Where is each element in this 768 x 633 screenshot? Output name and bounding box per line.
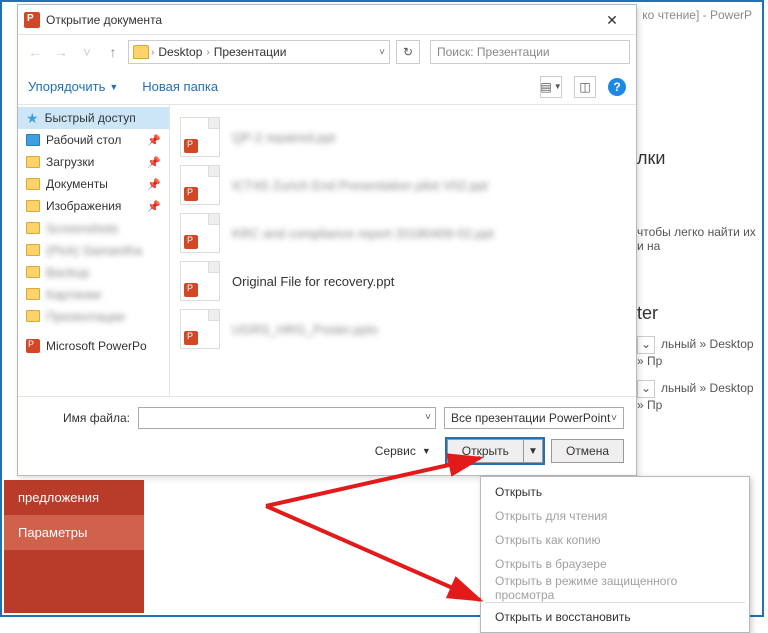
titlebar: Открытие документа ✕ <box>18 5 636 35</box>
bg-heading-1: лки <box>637 148 758 169</box>
chevron-down-icon: ˅ <box>611 413 617 424</box>
expand-icon[interactable]: ⌄ <box>637 380 655 398</box>
sidebar-item-images[interactable]: Изображения📌 <box>18 195 169 217</box>
close-icon[interactable]: ✕ <box>592 6 632 34</box>
file-item[interactable]: ICT4S Zurich End Presentation pilot V02.… <box>180 161 626 209</box>
menu-separator <box>485 602 745 603</box>
search-placeholder: Поиск: Презентации <box>437 45 550 59</box>
open-file-dialog: Открытие документа ✕ ← → ˅ ↑ › Desktop ›… <box>17 4 637 476</box>
sidebar-item-quick-access[interactable]: ★Быстрый доступ <box>18 107 169 129</box>
new-folder-button[interactable]: Новая папка <box>142 79 218 94</box>
folder-icon <box>26 244 40 256</box>
sidebar-item-options[interactable]: Параметры <box>4 515 144 550</box>
search-input[interactable]: Поиск: Презентации <box>430 40 630 64</box>
sidebar-item-folder[interactable]: (Pick) Samantha <box>18 239 169 261</box>
sidebar-item-desktop[interactable]: Рабочий стол📌 <box>18 129 169 151</box>
organize-button[interactable]: Упорядочить▼ <box>28 79 118 94</box>
nav-up-icon[interactable]: ↑ <box>102 41 124 63</box>
menu-item-open-readonly: Открыть для чтения <box>481 504 749 528</box>
toolbar: Упорядочить▼ Новая папка ▤▼ ◫ ? <box>18 69 636 105</box>
folder-tree: ★Быстрый доступ Рабочий стол📌 Загрузки📌 … <box>18 105 170 396</box>
nav-forward-icon[interactable]: → <box>50 41 72 63</box>
sidebar-item-folder[interactable]: Backup <box>18 261 169 283</box>
chevron-right-icon: › <box>206 47 209 58</box>
file-thumb-icon <box>180 165 220 205</box>
folder-icon <box>26 200 40 212</box>
filetype-select[interactable]: Все презентации PowerPoint˅ <box>444 407 624 429</box>
folder-icon <box>133 45 149 59</box>
chevron-right-icon: › <box>151 47 154 58</box>
filename-label: Имя файла: <box>30 411 130 425</box>
dialog-title: Открытие документа <box>46 13 592 27</box>
open-dropdown-arrow[interactable]: ▼ <box>524 446 542 457</box>
breadcrumb-seg[interactable]: Desktop <box>156 45 204 59</box>
powerpoint-sidebar: предложения Параметры <box>4 480 144 613</box>
folder-icon <box>26 134 40 146</box>
bg-crumb-2: ⌄льный » Desktop » Пр <box>637 380 758 412</box>
folder-icon <box>26 288 40 300</box>
menu-item-open-recover[interactable]: Открыть и восстановить <box>481 605 749 629</box>
file-item[interactable]: Original File for recovery.ppt <box>180 257 626 305</box>
folder-icon <box>26 178 40 190</box>
file-item[interactable]: UGRS_HRG_Poster.pptx <box>180 305 626 353</box>
folder-icon <box>26 222 40 234</box>
pin-icon: 📌 <box>147 134 161 147</box>
file-thumb-icon <box>180 117 220 157</box>
sidebar-item-folder[interactable]: Screenshots <box>18 217 169 239</box>
file-name: Original File for recovery.ppt <box>232 274 394 289</box>
chevron-down-icon[interactable]: ˅ <box>379 47 385 58</box>
folder-icon <box>26 310 40 322</box>
folder-icon <box>26 156 40 168</box>
refresh-icon[interactable]: ↻ <box>396 40 420 64</box>
sidebar-item-suggestions[interactable]: предложения <box>4 480 144 515</box>
annotation-arrow-icon <box>262 500 492 610</box>
sidebar-item-documents[interactable]: Документы📌 <box>18 173 169 195</box>
nav-bar: ← → ˅ ↑ › Desktop › Презентации ˅ ↻ Поис… <box>18 35 636 69</box>
expand-icon[interactable]: ⌄ <box>637 336 655 354</box>
sidebar-item-powerpoint[interactable]: Microsoft PowerPo <box>18 335 169 357</box>
bg-heading-2: ter <box>637 303 758 324</box>
file-list: QP-2 repaired.ppt ICT4S Zurich End Prese… <box>170 105 636 396</box>
chevron-down-icon: ▼ <box>109 82 118 92</box>
bg-recent-panel: лки чтобы легко найти их и на ter ⌄льный… <box>637 142 758 424</box>
filename-input[interactable]: ˅ <box>138 407 436 429</box>
menu-item-open-protected: Открыть в режиме защищенного просмотра <box>481 576 749 600</box>
preview-pane-icon[interactable]: ◫ <box>574 76 596 98</box>
sidebar-item-folder[interactable]: Презентации <box>18 305 169 327</box>
folder-icon <box>26 266 40 278</box>
open-dropdown-menu: Открыть Открыть для чтения Открыть как к… <box>480 476 750 633</box>
chevron-down-icon[interactable]: ˅ <box>425 412 431 423</box>
pin-icon: 📌 <box>147 156 161 169</box>
app-title-fragment: ко чтение] - PowerP <box>642 8 752 22</box>
cancel-button[interactable]: Отмена <box>551 439 624 463</box>
pin-icon: 📌 <box>147 178 161 191</box>
menu-item-open-copy: Открыть как копию <box>481 528 749 552</box>
bg-text-1a: чтобы легко найти их <box>637 225 758 239</box>
chevron-down-icon[interactable]: ˅ <box>76 41 98 63</box>
menu-item-open-browser: Открыть в браузере <box>481 552 749 576</box>
address-bar[interactable]: › Desktop › Презентации ˅ <box>128 40 390 64</box>
bg-crumb-1: ⌄льный » Desktop » Пр <box>637 336 758 368</box>
breadcrumb-seg[interactable]: Презентации <box>212 45 289 59</box>
nav-back-icon[interactable]: ← <box>24 41 46 63</box>
file-item[interactable]: KRC and compliance report 20180409-02.pp… <box>180 209 626 257</box>
sidebar-item-downloads[interactable]: Загрузки📌 <box>18 151 169 173</box>
view-options-icon[interactable]: ▤▼ <box>540 76 562 98</box>
star-icon: ★ <box>26 110 39 127</box>
help-icon[interactable]: ? <box>608 78 626 96</box>
file-thumb-icon <box>180 213 220 253</box>
bg-text-1b: и на <box>637 239 758 253</box>
sidebar-item-folder[interactable]: Картинки <box>18 283 169 305</box>
powerpoint-icon <box>24 12 40 28</box>
file-thumb-icon <box>180 261 220 301</box>
pin-icon: 📌 <box>147 200 161 213</box>
file-item[interactable]: QP-2 repaired.ppt <box>180 113 626 161</box>
menu-item-open[interactable]: Открыть <box>481 480 749 504</box>
powerpoint-icon <box>26 339 40 353</box>
file-thumb-icon <box>180 309 220 349</box>
